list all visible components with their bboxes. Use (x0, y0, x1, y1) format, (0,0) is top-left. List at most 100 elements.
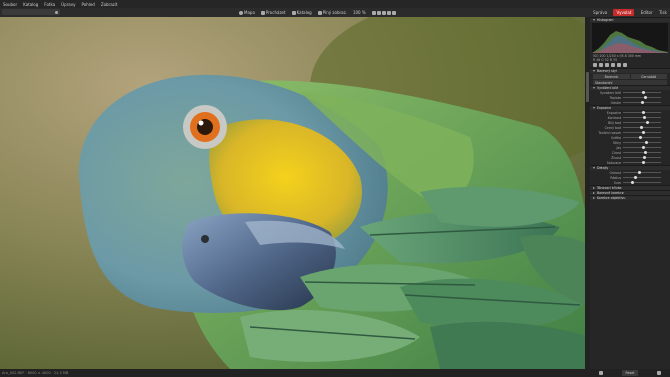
toolbar-browse-button[interactable]: Procházet (258, 10, 289, 15)
slider-knob[interactable] (638, 171, 642, 174)
slider-track[interactable] (623, 126, 661, 129)
color-button[interactable]: Barevná (593, 74, 630, 79)
color-mode-buttons: Barevná Černobílá (593, 74, 667, 79)
slider-knob[interactable] (643, 96, 647, 99)
tab-editor[interactable]: Editor (641, 10, 653, 15)
slider-knob[interactable] (642, 111, 645, 114)
slider-track[interactable] (623, 181, 661, 184)
settings-icon[interactable] (656, 371, 661, 375)
slider-label: Šum (613, 180, 621, 185)
reset-button[interactable]: Reset (621, 370, 639, 376)
slider-track[interactable] (623, 96, 661, 99)
search-input[interactable] (2, 9, 60, 15)
slider-track[interactable] (623, 131, 661, 134)
scrollbar-thumb[interactable] (586, 72, 589, 102)
histogram-rgb: R 48 G 52 B 35 (590, 58, 670, 62)
star-icon[interactable] (386, 10, 391, 15)
tab-develop[interactable]: Vyvolat (613, 9, 635, 16)
section-color-style[interactable]: Barevný styl (590, 68, 670, 73)
slider-track[interactable] (623, 121, 661, 124)
slider-track[interactable] (623, 156, 661, 159)
slider-track[interactable] (623, 151, 661, 154)
slider-knob[interactable] (642, 131, 645, 134)
histogram (592, 23, 668, 53)
toolbar-label: Procházet (265, 10, 286, 15)
brush-icon[interactable] (611, 63, 615, 67)
expand-icon (593, 87, 595, 89)
slider-track[interactable] (623, 171, 661, 174)
label-icon[interactable] (391, 10, 396, 15)
toolbar-map-button[interactable]: Mapa (236, 10, 258, 15)
slider-row[interactable]: Šum (590, 180, 670, 185)
grid-icon (291, 10, 296, 15)
panel-footer: Reset (590, 369, 670, 377)
slider-track[interactable] (623, 176, 661, 179)
crop-tool-icon[interactable] (605, 63, 609, 67)
slider-label: Světla (611, 135, 621, 140)
slider-track[interactable] (623, 136, 661, 139)
slider-knob[interactable] (634, 176, 638, 179)
slider-track[interactable] (623, 146, 661, 149)
slider-label: Černý bod (604, 125, 621, 130)
expand-icon (593, 167, 595, 169)
menu-item[interactable]: Fotka (41, 2, 58, 7)
slider-label: Čirost (611, 150, 621, 155)
toolbar: Mapa Procházet Katalog Plný zobraz. 100 … (0, 8, 590, 17)
slider-track[interactable] (623, 161, 661, 164)
view-tools (369, 10, 399, 15)
menu-item[interactable]: Zobrazit (98, 2, 121, 7)
slider-knob[interactable] (630, 181, 634, 184)
slider-knob[interactable] (638, 136, 642, 139)
slider-knob[interactable] (643, 151, 647, 154)
slider-track[interactable] (623, 116, 661, 119)
zoom-control[interactable]: 100 % (350, 10, 369, 15)
undo-icon[interactable] (593, 63, 597, 67)
section-lens-corrections[interactable]: Korekce objektivu (590, 195, 670, 200)
slider-label: Rádius (610, 175, 621, 180)
slider-knob[interactable] (642, 116, 646, 119)
redo-icon[interactable] (599, 63, 603, 67)
slider-knob[interactable] (642, 146, 645, 149)
slider-row[interactable]: Odstín (590, 100, 670, 105)
folder-icon (260, 10, 265, 15)
zoom-value: 100 % (352, 10, 366, 15)
rgb-readout: R 48 G 52 B 35 (593, 58, 618, 62)
tab-manage[interactable]: Správa (593, 10, 607, 15)
slider-knob[interactable] (642, 161, 645, 164)
toolbar-catalog-button[interactable]: Katalog (289, 10, 315, 15)
slider-row[interactable]: Saturace (590, 160, 670, 165)
gradient-icon[interactable] (617, 63, 621, 67)
slider-knob[interactable] (645, 141, 649, 144)
menu-item[interactable]: Pohled (78, 2, 97, 7)
compare-icon[interactable] (371, 10, 376, 15)
menu-item[interactable]: Katalog (20, 2, 41, 7)
slider-knob[interactable] (642, 91, 645, 94)
bw-button[interactable]: Černobílá (630, 74, 667, 79)
toolbar-label: Plný zobraz. (322, 10, 347, 15)
slider-knob[interactable] (645, 121, 649, 124)
slider-track[interactable] (623, 91, 661, 94)
heal-icon[interactable] (623, 63, 627, 67)
pin-icon (239, 10, 243, 15)
menu-item[interactable]: Úpravy (58, 2, 78, 7)
collapse-icon (593, 197, 595, 199)
crop-icon (317, 10, 322, 15)
histogram-graph (592, 31, 668, 53)
slider-track[interactable] (623, 141, 661, 144)
slider-knob[interactable] (643, 156, 647, 159)
toolbar-fullview-button[interactable]: Plný zobraz. (315, 10, 350, 15)
section-title: Barevné korekce (597, 191, 624, 195)
rotate-icon[interactable] (376, 10, 381, 15)
copy-icon[interactable] (599, 371, 604, 375)
slider-knob[interactable] (641, 101, 645, 104)
photo-canvas[interactable] (0, 17, 590, 369)
tab-print[interactable]: Tisk (659, 10, 667, 15)
flag-icon[interactable] (381, 10, 386, 15)
section-histogram[interactable]: Histogram (590, 17, 670, 22)
slider-track[interactable] (623, 111, 661, 114)
expand-icon (593, 70, 595, 72)
slider-knob[interactable] (640, 126, 644, 129)
slider-track[interactable] (623, 101, 661, 104)
menu-item[interactable]: Soubor (0, 2, 20, 7)
status-text: Ara_002.NEF · 6000 × 4000 · 24,5 MB (2, 371, 69, 375)
